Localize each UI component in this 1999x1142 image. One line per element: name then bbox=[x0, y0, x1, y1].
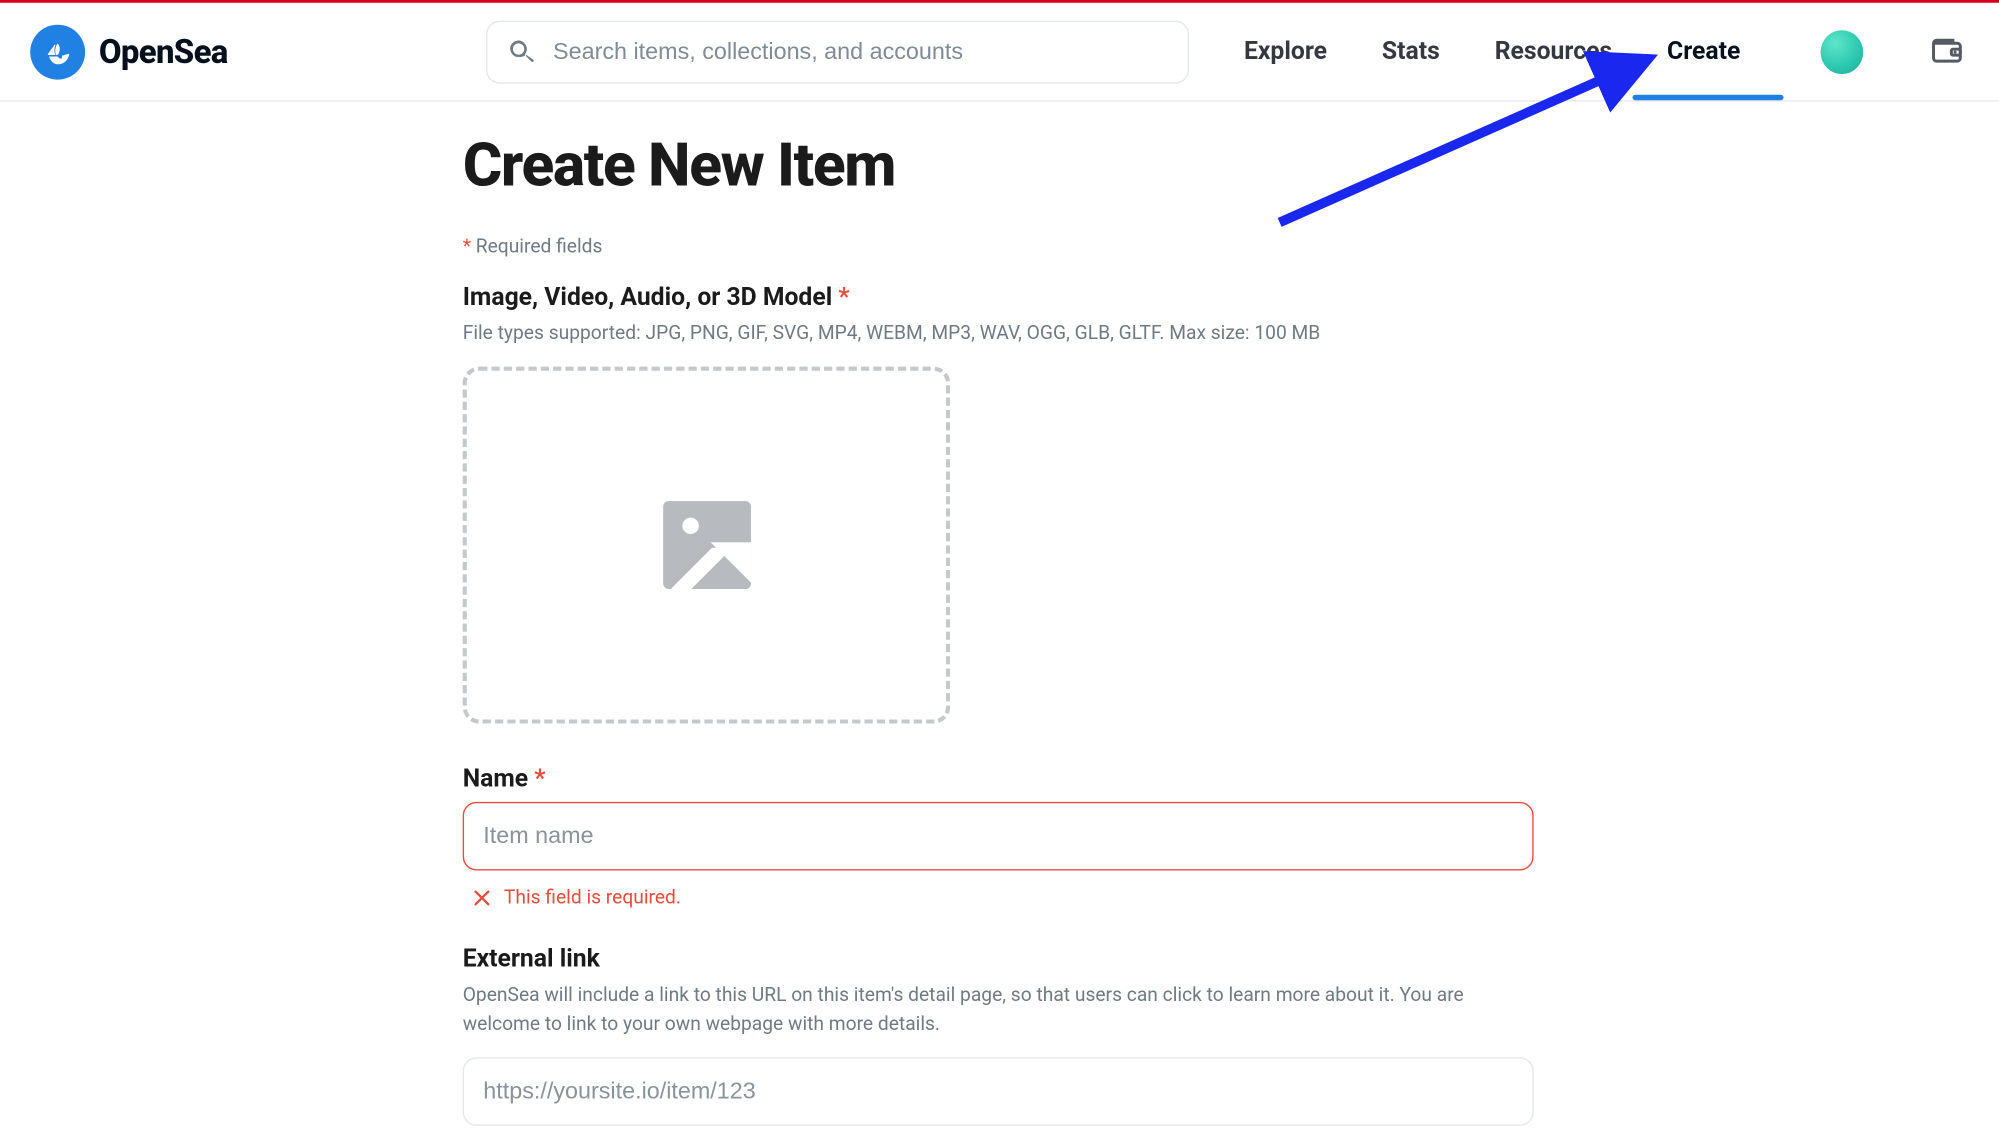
nav-resources[interactable]: Resources bbox=[1495, 37, 1612, 66]
name-label-text: Name bbox=[463, 765, 535, 794]
main-content: Create New Item * Required fields Image,… bbox=[463, 102, 1534, 1126]
media-field-help: File types supported: JPG, PNG, GIF, SVG… bbox=[463, 320, 1534, 348]
required-note-text: Required fields bbox=[471, 236, 602, 258]
media-label-asterisk: * bbox=[838, 283, 849, 312]
header-bar: OpenSea Explore Stats Resources Create bbox=[0, 3, 1999, 102]
name-label-asterisk: * bbox=[534, 765, 545, 794]
wallet-button[interactable] bbox=[1929, 32, 1966, 70]
page-title: Create New Item bbox=[463, 129, 1534, 200]
image-placeholder-icon bbox=[662, 502, 750, 590]
required-asterisk: * bbox=[463, 236, 471, 258]
name-input[interactable] bbox=[463, 802, 1534, 871]
search-icon bbox=[506, 36, 536, 66]
search-input[interactable] bbox=[553, 38, 1168, 65]
external-link-label: External link bbox=[463, 945, 1534, 974]
close-icon bbox=[471, 887, 493, 909]
nav-create[interactable]: Create bbox=[1667, 37, 1740, 66]
external-link-field-block: External link OpenSea will include a lin… bbox=[463, 945, 1534, 1126]
nav-explore[interactable]: Explore bbox=[1244, 37, 1327, 66]
media-dropzone[interactable] bbox=[463, 367, 950, 724]
brand-name-text: OpenSea bbox=[99, 32, 228, 70]
wallet-icon bbox=[1930, 34, 1966, 70]
name-error-text: This field is required. bbox=[504, 887, 681, 909]
nav-create-underline bbox=[1632, 95, 1783, 100]
account-avatar[interactable] bbox=[1820, 30, 1863, 74]
media-label-text: Image, Video, Audio, or 3D Model bbox=[463, 283, 839, 312]
name-field-label: Name * bbox=[463, 765, 1534, 794]
opensea-logo-icon bbox=[30, 24, 85, 79]
required-fields-note: * Required fields bbox=[463, 236, 1534, 258]
brand-logo[interactable]: OpenSea bbox=[30, 24, 227, 79]
external-link-help: OpenSea will include a link to this URL … bbox=[463, 982, 1534, 1038]
name-error-row: This field is required. bbox=[463, 887, 1534, 909]
external-link-input[interactable] bbox=[463, 1057, 1534, 1126]
main-nav: Explore Stats Resources Create bbox=[1244, 37, 1740, 66]
nav-stats[interactable]: Stats bbox=[1382, 37, 1440, 66]
media-field-block: Image, Video, Audio, or 3D Model * File … bbox=[463, 283, 1534, 724]
search-bar[interactable] bbox=[486, 20, 1189, 83]
media-field-label: Image, Video, Audio, or 3D Model * bbox=[463, 283, 1534, 312]
name-field-block: Name * This field is required. bbox=[463, 765, 1534, 909]
